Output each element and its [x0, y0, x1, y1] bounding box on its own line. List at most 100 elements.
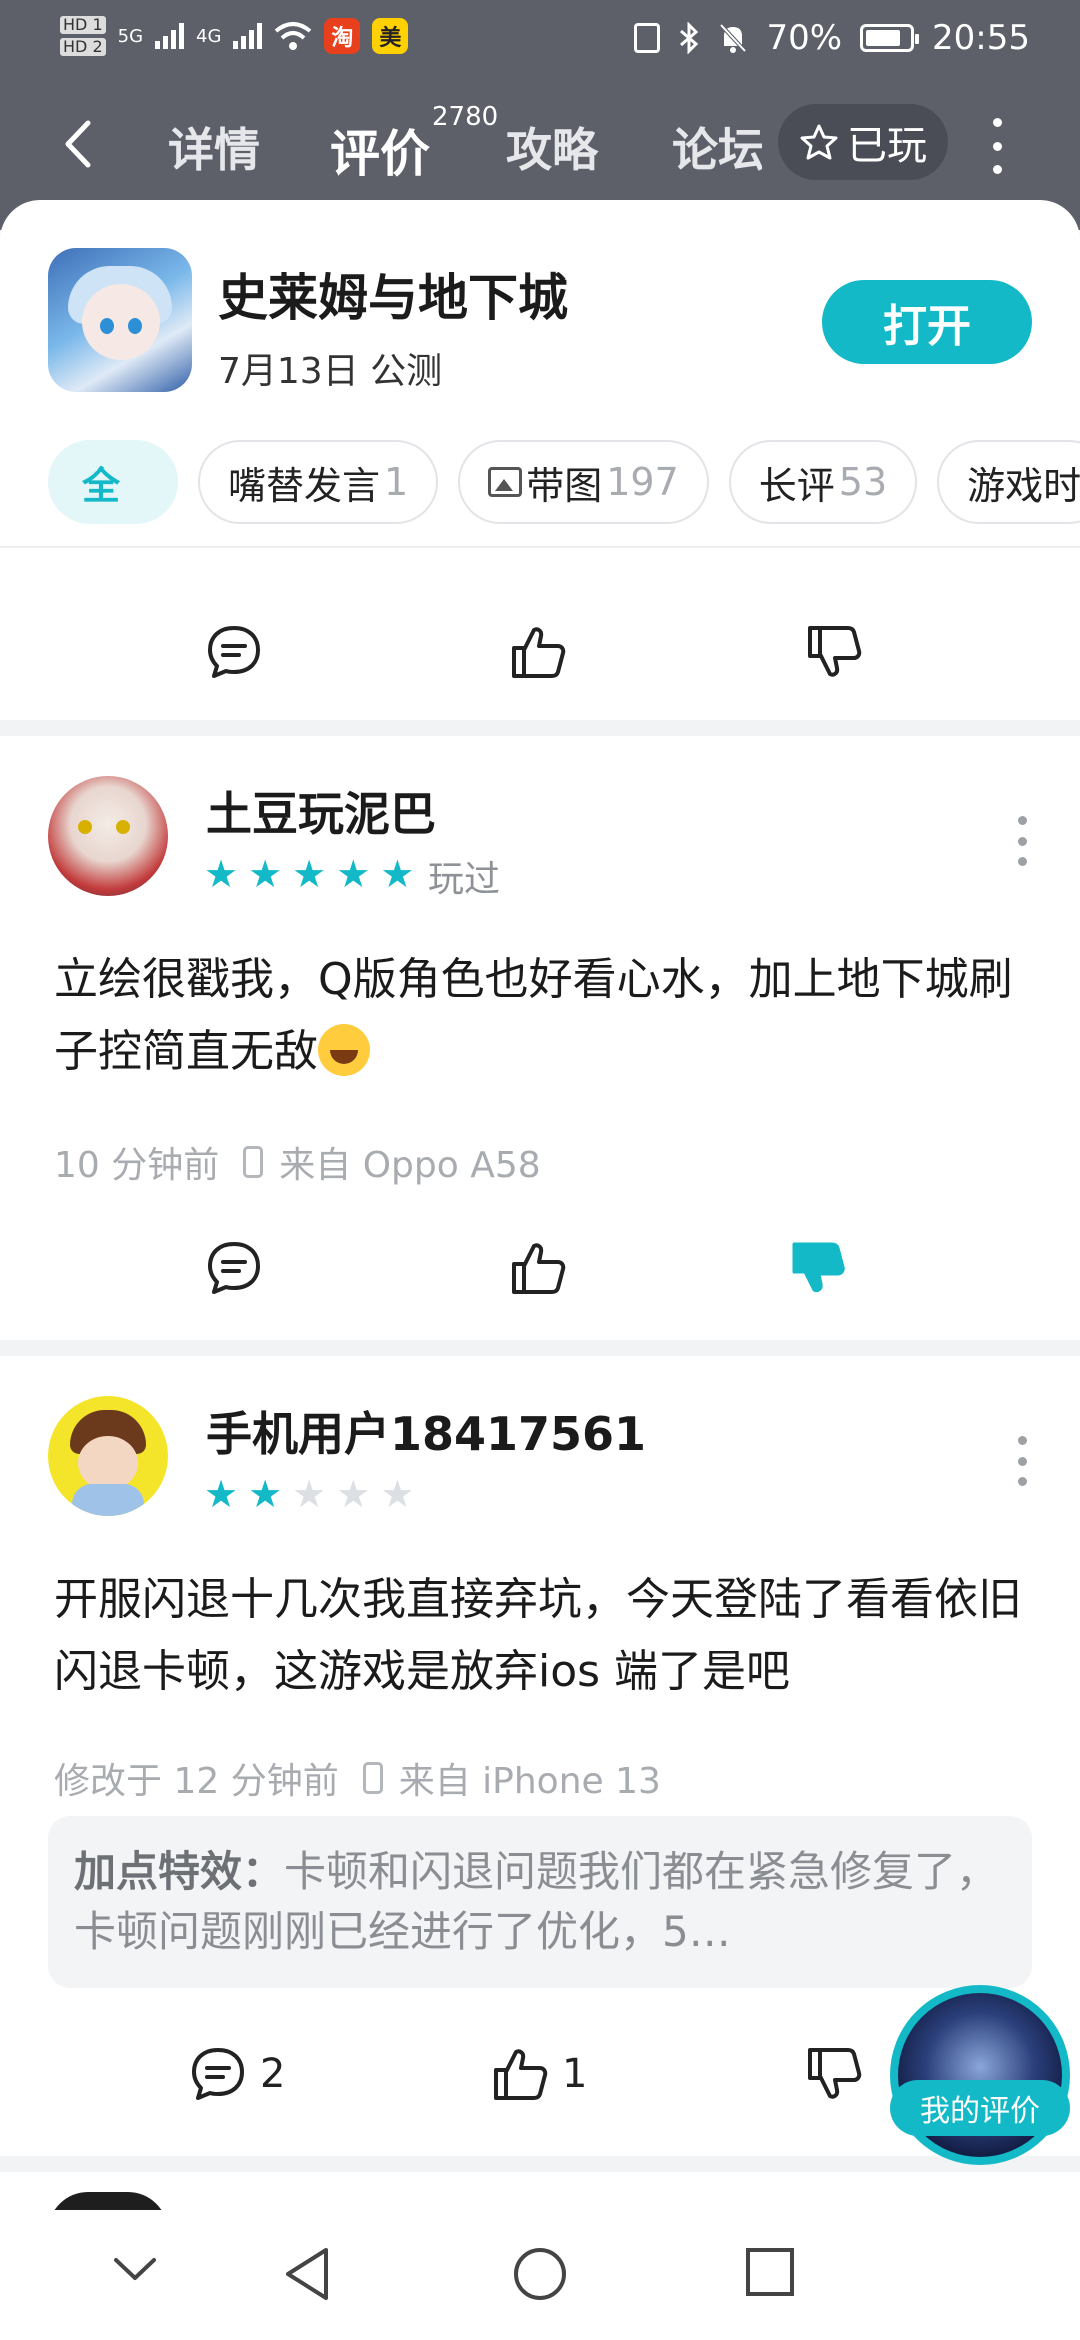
network-4g-label: 4G: [196, 25, 222, 47]
tab-forum[interactable]: 论坛: [672, 114, 762, 180]
thumbs-up-icon: [512, 627, 566, 678]
review-device: 来自 Oppo A58: [279, 1145, 541, 1186]
like-button[interactable]: [508, 1238, 568, 1298]
nav-recents-button[interactable]: [744, 2246, 796, 2302]
avatar[interactable]: [48, 776, 168, 896]
laughing-emoji-icon: [318, 1024, 370, 1076]
image-icon: [488, 467, 523, 497]
wifi-icon: [275, 22, 312, 50]
like-button[interactable]: 1: [490, 2044, 587, 2104]
nav-home-button[interactable]: [512, 2246, 568, 2306]
filters-divider: [0, 546, 1080, 548]
star-icon: ★: [204, 852, 239, 896]
taobao-app-icon: 淘: [324, 18, 361, 54]
chevron-down-icon: [114, 2258, 156, 2280]
review-meta: 10 分钟前 来自 Oppo A58: [54, 1136, 541, 1188]
bluetooth-icon: [680, 22, 699, 54]
nav-back-button[interactable]: [282, 2246, 332, 2306]
comment-button[interactable]: 2: [188, 2044, 285, 2104]
star-icon: ★: [336, 1472, 371, 1516]
dislike-button[interactable]: [804, 2044, 864, 2104]
tab-details[interactable]: 详情: [168, 114, 260, 180]
star-outline-icon: [800, 124, 838, 160]
filter-playtime[interactable]: 游戏时: [937, 440, 1080, 524]
comment-button[interactable]: [204, 622, 264, 682]
square-recents-icon: [746, 2248, 794, 2296]
review-time: 修改于 12 分钟前: [54, 1761, 339, 1802]
developer-reply[interactable]: 加点特效：卡顿和闪退问题我们都在紧急修复了，卡顿问题刚刚已经进行了优化，5…: [48, 1816, 1032, 1988]
game-app-icon[interactable]: [48, 248, 192, 392]
open-game-button[interactable]: 打开: [822, 280, 1032, 364]
more-menu-button[interactable]: [982, 118, 1012, 174]
next-review-avatar: [48, 2192, 168, 2210]
played-button[interactable]: 已玩: [778, 104, 948, 180]
battery-icon: [860, 24, 920, 52]
top-bar: HD 1 HD 2 5G 4G 淘 美 70% 20:55 详情 评价 2780 …: [0, 0, 1080, 230]
star-icon: ★: [248, 1472, 283, 1516]
filter-quote[interactable]: 嘴替发言 1: [198, 440, 439, 524]
review-text: 开服闪退十几次我直接弃坑，今天登陆了看看依旧闪退卡顿，这游戏是放弃ios 端了是…: [54, 1574, 1022, 1697]
star-icon: ★: [248, 852, 283, 896]
phone-icon: [243, 1146, 264, 1178]
review-text: 立绘很戳我，Q版角色也好看心水，加上地下城刷子控简直无敌: [54, 954, 1013, 1077]
triangle-back-icon: [286, 2248, 328, 2300]
filter-all[interactable]: 全: [48, 440, 179, 524]
review-count-badge: 2780: [432, 102, 499, 132]
chevron-left-icon: [65, 120, 91, 168]
thumbs-down-icon: [808, 2048, 862, 2099]
star-icon: ★: [380, 1472, 415, 1516]
thumbs-down-filled-icon: [792, 1242, 845, 1293]
section-divider: [0, 720, 1080, 736]
hd-indicator: HD 1 HD 2: [60, 16, 106, 56]
signal-icon: [155, 23, 185, 49]
filter-with-images[interactable]: 带图 197: [458, 440, 709, 524]
review-card: 土豆玩泥巴 ★ ★ ★ ★ ★ 玩过 立绘很戳我，Q版角色也好看心水，加上地下城…: [0, 736, 1080, 1336]
circle-home-icon: [514, 2248, 566, 2300]
my-review-fab[interactable]: [890, 1985, 1070, 2165]
section-divider: [0, 2156, 1080, 2172]
nav-row: 详情 评价 2780 攻略 论坛 已玩: [0, 96, 1080, 192]
rating-stars: ★ ★ ★ ★ ★: [204, 1474, 414, 1514]
nfc-icon: [634, 23, 661, 53]
comment-icon: [208, 626, 260, 678]
network-5g-label: 5G: [117, 25, 144, 47]
thumbs-up-icon: [494, 2049, 548, 2100]
review-more-button[interactable]: [1010, 1436, 1034, 1486]
filter-long-reviews[interactable]: 长评 53: [728, 440, 918, 524]
my-review-label[interactable]: 我的评价: [890, 2080, 1070, 2136]
review-meta: 修改于 12 分钟前 来自 iPhone 13: [54, 1752, 661, 1804]
tab-guides[interactable]: 攻略: [506, 114, 598, 180]
star-icon: ★: [336, 852, 371, 896]
review-more-button[interactable]: [1010, 816, 1034, 866]
played-tag: 玩过: [428, 859, 501, 900]
review-filter-chips: 全 嘴替发言 1 带图 197 长评 53 游戏时: [48, 440, 1080, 524]
star-icon: ★: [292, 1472, 327, 1516]
star-icon: ★: [292, 852, 327, 896]
dislike-button-active[interactable]: [788, 1238, 848, 1298]
back-button[interactable]: [60, 114, 110, 174]
section-divider: [0, 1340, 1080, 1356]
like-button[interactable]: [508, 622, 568, 682]
dislike-button[interactable]: [804, 622, 864, 682]
review-actions: [0, 1216, 1080, 1316]
comment-button[interactable]: [204, 1238, 264, 1298]
system-nav-bar: [0, 2210, 1080, 2340]
review-username[interactable]: 土豆玩泥巴: [206, 778, 436, 844]
game-launch-date: 7月13日 公测: [218, 351, 443, 392]
comment-count: 2: [260, 2051, 286, 2097]
played-label: 已玩: [847, 123, 927, 169]
tab-reviews[interactable]: 评价: [330, 114, 430, 186]
like-count: 1: [562, 2051, 588, 2097]
avatar[interactable]: [48, 1396, 168, 1516]
star-icon: ★: [380, 852, 415, 896]
battery-percent: 70%: [766, 18, 843, 58]
star-icon: ★: [204, 1472, 239, 1516]
comment-icon: [192, 2048, 244, 2100]
signal-icon-2: [233, 23, 263, 49]
hide-keyboard-button[interactable]: [112, 2254, 158, 2288]
clock: 20:55: [932, 18, 1030, 58]
content-sheet: 史莱姆与地下城 7月13日 公测 打开 全 嘴替发言 1 带图 197 长评 53 游…: [0, 200, 1080, 2210]
rating-stars: ★ ★ ★ ★ ★: [204, 854, 414, 894]
meituan-app-icon: 美: [372, 18, 409, 54]
review-username[interactable]: 手机用户18417561: [206, 1398, 646, 1464]
